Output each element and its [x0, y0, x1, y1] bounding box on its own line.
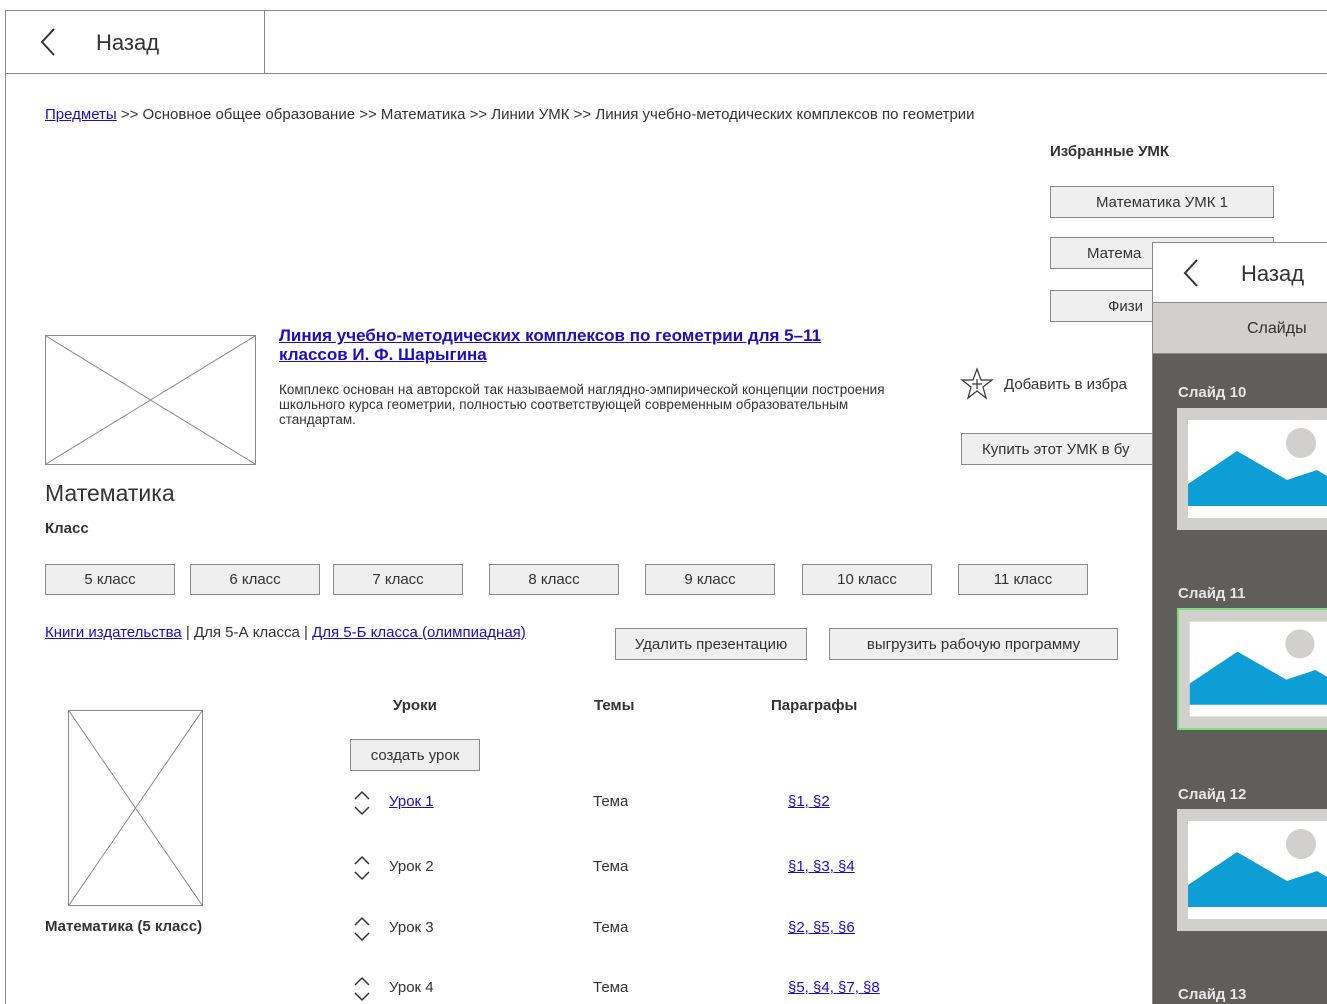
- back-nav[interactable]: Назад: [6, 11, 265, 74]
- kit-image-placeholder: [45, 335, 256, 465]
- image-placeholder-icon: [46, 336, 255, 464]
- lesson-label[interactable]: Урок 2: [389, 858, 434, 875]
- lesson-paragraphs-link[interactable]: §1, §3, §4: [788, 858, 855, 875]
- header-divider: [265, 73, 1327, 74]
- delete-presentation-button[interactable]: Удалить презентацию: [615, 628, 807, 660]
- lesson-topic: Тема: [593, 919, 629, 936]
- reorder-stepper-icon[interactable]: [350, 788, 374, 818]
- slide-label: Слайд 10: [1178, 384, 1247, 401]
- slide-label: Слайд 13: [1178, 986, 1247, 1003]
- back-label[interactable]: Назад: [96, 30, 159, 56]
- class-9-button[interactable]: 9 класс: [645, 564, 775, 595]
- slide-thumbnail[interactable]: [1177, 809, 1327, 931]
- breadcrumb-path: >> Основное общее образование >> Математ…: [116, 106, 975, 123]
- lesson-row: Урок 1 Тема §1, §2: [350, 788, 950, 818]
- buy-kit-button[interactable]: Купить этот УМК в бу: [961, 433, 1161, 465]
- slides-panel: Назад Слайды Слайд 10 Слайд 11 Слайд 12 …: [1152, 242, 1327, 1004]
- lesson-label[interactable]: Урок 3: [389, 919, 434, 936]
- image-icon: [1188, 420, 1327, 518]
- olympiad-link[interactable]: Для 5-Б класса (олимпиадная): [312, 624, 526, 641]
- image-icon: [1189, 621, 1327, 717]
- subject-title: Математика: [45, 480, 175, 506]
- add-to-favorites-label[interactable]: Добавить в избра: [1004, 376, 1127, 393]
- chevron-left-icon[interactable]: [38, 27, 58, 57]
- add-to-favorites[interactable]: Добавить в избра: [960, 367, 1127, 401]
- tab-slides[interactable]: Слайды: [1153, 302, 1327, 354]
- export-program-button[interactable]: выгрузить рабочую программу: [829, 628, 1118, 660]
- class-5-button[interactable]: 5 класс: [45, 564, 175, 595]
- book-caption: Математика (5 класс): [45, 918, 203, 935]
- lesson-label[interactable]: Урок 4: [389, 979, 434, 996]
- reorder-stepper-icon[interactable]: [350, 974, 374, 1004]
- slide-label: Слайд 11: [1178, 585, 1246, 602]
- star-plus-icon[interactable]: [960, 367, 994, 401]
- tab-slides-label[interactable]: Слайды: [1247, 320, 1307, 338]
- favorite-item-1-button[interactable]: Математика УМК 1: [1050, 186, 1274, 218]
- favorites-title: Избранные УМК: [1050, 143, 1170, 160]
- class-7-button[interactable]: 7 класс: [333, 564, 463, 595]
- class-6-button[interactable]: 6 класс: [190, 564, 320, 595]
- lesson-topic: Тема: [593, 793, 629, 810]
- class-11-button[interactable]: 11 класс: [958, 564, 1088, 595]
- lesson-paragraphs-link[interactable]: §2, §5, §6: [788, 919, 855, 936]
- breadcrumb-root-link[interactable]: Предметы: [45, 106, 117, 123]
- image-icon: [1188, 821, 1327, 919]
- topics-column-header: Темы: [594, 697, 635, 714]
- program-filters: Книги издательства | Для 5-А класса | Дл…: [45, 624, 526, 641]
- books-link[interactable]: Книги издательства: [45, 624, 182, 641]
- reorder-stepper-icon[interactable]: [350, 914, 374, 944]
- kit-title-link[interactable]: Линия учебно-методических комплексов по …: [279, 326, 879, 364]
- lesson-topic: Тема: [593, 979, 629, 996]
- lesson-row: Урок 4 Тема §5, §4, §7, §8: [350, 974, 950, 1004]
- lessons-column-header: Уроки: [393, 697, 437, 714]
- paragraphs-column-header: Параграфы: [771, 697, 858, 714]
- reorder-stepper-icon[interactable]: [350, 853, 374, 883]
- slides-panel-back[interactable]: Назад: [1153, 242, 1327, 302]
- slide-thumbnail-active[interactable]: [1177, 608, 1327, 730]
- lesson-paragraphs-link[interactable]: §1, §2: [788, 793, 830, 810]
- lesson-paragraphs-link[interactable]: §5, §4, §7, §8: [788, 979, 880, 996]
- lesson-topic: Тема: [593, 858, 629, 875]
- filter-current: Для 5-А класса: [193, 624, 300, 641]
- create-lesson-button[interactable]: создать урок: [350, 739, 480, 771]
- image-placeholder-icon: [69, 711, 202, 905]
- lesson-link[interactable]: Урок 1: [389, 793, 434, 810]
- chevron-left-icon[interactable]: [1181, 258, 1201, 288]
- slide-thumbnail[interactable]: [1177, 408, 1327, 530]
- lesson-row: Урок 3 Тема §2, §5, §6: [350, 914, 950, 944]
- slides-panel-back-label[interactable]: Назад: [1241, 261, 1304, 287]
- book-image-placeholder: [68, 710, 203, 906]
- filter-separator: |: [299, 624, 313, 641]
- slide-label: Слайд 12: [1178, 786, 1247, 803]
- lesson-row: Урок 2 Тема §1, §3, §4: [350, 853, 950, 883]
- filter-separator: |: [181, 624, 194, 641]
- kit-description: Комплекс основан на авторской так называ…: [279, 382, 885, 427]
- class-label: Класс: [45, 520, 89, 537]
- breadcrumb: Предметы >> Основное общее образование >…: [45, 106, 975, 123]
- class-8-button[interactable]: 8 класс: [489, 564, 619, 595]
- class-10-button[interactable]: 10 класс: [802, 564, 932, 595]
